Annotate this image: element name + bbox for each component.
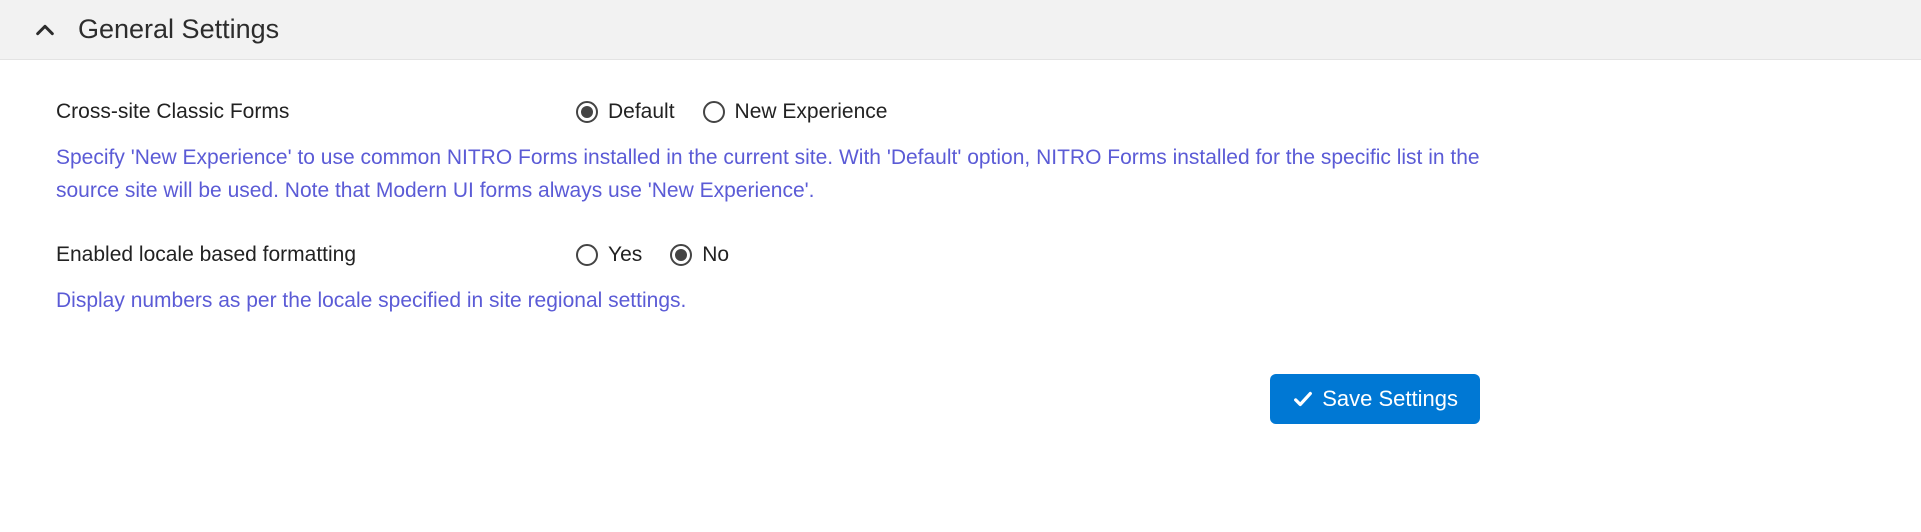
cross-site-option-new-experience[interactable]: New Experience — [703, 100, 888, 124]
cross-site-help-text: Specify 'New Experience' to use common N… — [56, 142, 1480, 207]
radio-icon — [703, 101, 725, 123]
general-settings-header[interactable]: General Settings — [0, 0, 1921, 60]
chevron-up-icon — [34, 19, 56, 41]
locale-formatting-option-no[interactable]: No — [670, 243, 729, 267]
setting-row-cross-site: Cross-site Classic Forms Default New Exp… — [56, 100, 1480, 124]
radio-icon — [670, 244, 692, 266]
setting-row-locale-formatting: Enabled locale based formatting Yes No — [56, 243, 1480, 267]
radio-label: No — [702, 243, 729, 267]
save-button-label: Save Settings — [1322, 386, 1458, 412]
cross-site-option-default[interactable]: Default — [576, 100, 675, 124]
cross-site-radio-group: Default New Experience — [576, 100, 887, 124]
save-settings-button[interactable]: Save Settings — [1270, 374, 1480, 424]
radio-label: Yes — [608, 243, 642, 267]
radio-icon — [576, 244, 598, 266]
radio-icon — [576, 101, 598, 123]
locale-formatting-radio-group: Yes No — [576, 243, 729, 267]
locale-formatting-option-yes[interactable]: Yes — [576, 243, 642, 267]
radio-label: New Experience — [735, 100, 888, 124]
action-button-row: Save Settings — [0, 374, 1536, 444]
locale-formatting-help-text: Display numbers as per the locale specif… — [56, 285, 1480, 318]
check-icon — [1292, 388, 1314, 410]
radio-label: Default — [608, 100, 675, 124]
panel-title: General Settings — [78, 14, 279, 45]
cross-site-label: Cross-site Classic Forms — [56, 100, 576, 124]
general-settings-body: Cross-site Classic Forms Default New Exp… — [0, 60, 1536, 374]
locale-formatting-label: Enabled locale based formatting — [56, 243, 576, 267]
